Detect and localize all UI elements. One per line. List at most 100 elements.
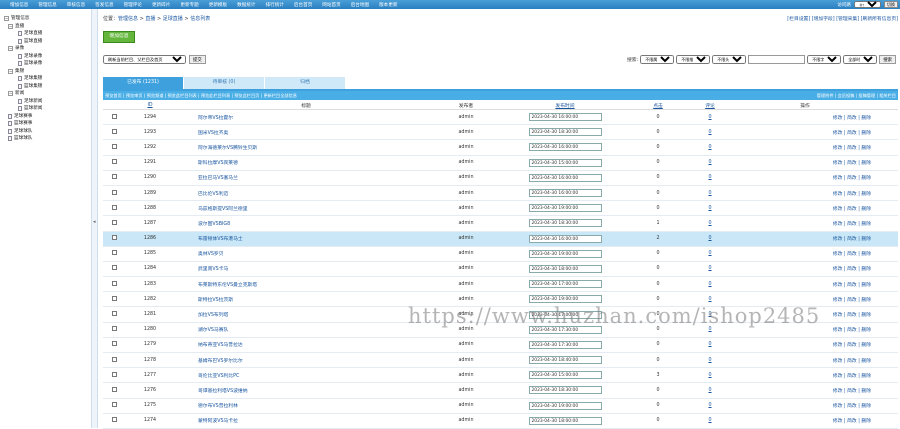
row-title-link[interactable]: 巴比伦VS利迈	[175, 190, 437, 197]
row-title-link[interactable]: 纳布蒂亚VS马普拉达	[175, 341, 437, 348]
row-time-input[interactable]: 2023-04-30 19:00:00	[528, 204, 602, 213]
row-time-input[interactable]: 2023-04-30 19:00:00	[528, 295, 602, 304]
row-comments-link[interactable]: 0	[681, 236, 739, 241]
tree-node[interactable]: 篮球直播	[4, 38, 91, 46]
row-checkbox[interactable]	[111, 326, 117, 332]
row-comments-link[interactable]: 0	[681, 145, 739, 150]
row-actions[interactable]: 修改 | 简改 | 删除	[739, 114, 877, 121]
attr-select[interactable]: 不限属性	[640, 55, 675, 64]
mode-select[interactable]: 主频道模式	[854, 1, 881, 8]
search-button[interactable]: 搜索	[879, 55, 896, 64]
row-comments-link[interactable]: 0	[681, 388, 739, 393]
row-checkbox[interactable]	[111, 402, 117, 408]
row-actions[interactable]: 修改 | 简改 | 删除	[739, 129, 877, 136]
search-input[interactable]	[748, 55, 806, 64]
row-actions[interactable]: 修改 | 简改 | 删除	[739, 296, 877, 303]
row-actions[interactable]: 修改 | 简改 | 删除	[739, 387, 877, 394]
tree-node[interactable]: 篮球录像	[4, 60, 91, 68]
collapse-arrow-icon[interactable]: ◂	[93, 219, 96, 225]
row-checkbox[interactable]	[111, 235, 117, 241]
row-time-input[interactable]: 2023-04-30 16:00:00	[528, 113, 602, 122]
row-comments-link[interactable]: 0	[681, 282, 739, 287]
row-checkbox[interactable]	[111, 280, 117, 286]
tree-node[interactable]: − 录像	[4, 45, 91, 53]
tree-node[interactable]: 足球球队	[4, 128, 91, 136]
row-checkbox[interactable]	[111, 250, 117, 256]
row-actions[interactable]: 修改 | 简改 | 删除	[739, 205, 877, 212]
top-menu-item[interactable]: 数据统计	[233, 2, 259, 8]
row-time-input[interactable]: 2023-04-30 18:30:00	[528, 128, 602, 137]
row-checkbox[interactable]	[111, 204, 117, 210]
row-checkbox[interactable]	[111, 311, 117, 317]
top-menu-item[interactable]: 后台地图	[347, 2, 373, 8]
row-time-input[interactable]: 2023-04-30 15:00:00	[528, 371, 602, 380]
row-title-link[interactable]: 德尔布VS普拉利林	[175, 402, 437, 409]
toolbar-left-links[interactable]: 预览首页 | 预览审页 | 预览频道 | 预览此栏目列表 | 预览此栏目列表 |…	[105, 93, 297, 99]
row-time-input[interactable]: 2023-04-30 16:00:00	[528, 173, 602, 182]
switch-button[interactable]: 切换	[884, 1, 898, 8]
tree-node[interactable]: 篮球球队	[4, 135, 91, 143]
row-time-input[interactable]: 2023-04-30 18:00:00	[528, 264, 602, 273]
row-title-link[interactable]: 布雷顿体VS布港马士	[175, 235, 437, 242]
row-checkbox[interactable]	[111, 265, 117, 271]
tree-root[interactable]: − 管理信息	[4, 15, 91, 23]
row-checkbox[interactable]	[111, 128, 117, 134]
recommend-select[interactable]: 不限推荐	[676, 55, 711, 64]
top-menu-item[interactable]: 后台首页	[290, 2, 316, 8]
row-comments-link[interactable]: 0	[681, 266, 739, 271]
row-comments-link[interactable]: 0	[681, 115, 739, 120]
top-menu-item[interactable]: 排行统计	[262, 2, 288, 8]
row-time-input[interactable]: 2023-04-30 18:30:00	[528, 386, 602, 395]
row-title-link[interactable]: 蒙特阿波VS马卡拉	[175, 417, 437, 424]
top-menu-item[interactable]: 更新碎片	[148, 2, 174, 8]
top-menu-item[interactable]: 签发信息	[91, 2, 117, 8]
top-menu-item[interactable]: 网站首页	[318, 2, 344, 8]
row-title-link[interactable]: 斯科拉摩VS宾莱德	[175, 159, 437, 166]
row-checkbox[interactable]	[111, 219, 117, 225]
headline-select[interactable]: 不限头条	[712, 55, 747, 64]
row-checkbox[interactable]	[111, 341, 117, 347]
row-comments-link[interactable]: 0	[681, 191, 739, 196]
row-time-input[interactable]: 2023-04-30 19:00:00	[528, 401, 602, 410]
tree-node[interactable]: − 新闻	[4, 90, 91, 98]
row-title-link[interactable]: 哥谭基拉利塔VS波维纳	[175, 387, 437, 394]
row-time-input[interactable]: 2023-04-30 15:00:00	[528, 158, 602, 167]
row-comments-link[interactable]: 0	[681, 130, 739, 135]
row-comments-link[interactable]: 0	[681, 175, 739, 180]
row-title-link[interactable]: 阿尔海德莱尔VS腾铃生贝斯	[175, 144, 437, 151]
row-actions[interactable]: 修改 | 简改 | 删除	[739, 220, 877, 227]
row-title-link[interactable]: 亚拉巴马VS塞马兰	[175, 174, 437, 181]
tree-node[interactable]: 篮球集锦	[4, 83, 91, 91]
row-checkbox[interactable]	[111, 189, 117, 195]
row-actions[interactable]: 修改 | 简改 | 删除	[739, 174, 877, 181]
header-comment[interactable]: 评论	[681, 102, 739, 109]
row-comments-link[interactable]: 0	[681, 418, 739, 423]
row-actions[interactable]: 修改 | 简改 | 删除	[739, 235, 877, 242]
sidebar-splitter[interactable]: ◂	[92, 9, 98, 428]
row-time-input[interactable]: 2023-04-30 16:00:00	[528, 143, 602, 152]
top-menu-item[interactable]: 审核信息	[63, 2, 89, 8]
row-comments-link[interactable]: 0	[681, 221, 739, 226]
row-time-input[interactable]: 2023-04-30 18:00:00	[528, 416, 602, 425]
tree-node[interactable]: 足球录像	[4, 53, 91, 61]
column-links[interactable]: [栏目设置] [增加字段] [管理采集] [刷新所有信息页]	[787, 15, 898, 22]
top-menu-item[interactable]: 增加信息	[6, 2, 32, 8]
breadcrumb-link[interactable]: 直播	[145, 16, 155, 22]
row-title-link[interactable]: 加拉VS布列塔	[175, 311, 437, 318]
toolbar-right-links[interactable]: 管理附件 | 会员投稿 | 投稿管理 | 相关栏目	[817, 93, 896, 99]
row-title-link[interactable]: 国米VS拉齐奥	[175, 129, 437, 136]
row-title-link[interactable]: 哥伦比亚VS利比PC	[175, 372, 437, 379]
row-title-link[interactable]: 波尔图VSBIG8	[175, 220, 437, 227]
row-actions[interactable]: 修改 | 简改 | 删除	[739, 402, 877, 409]
top-menu-item[interactable]: 更新模板	[205, 2, 231, 8]
top-menu-item[interactable]: 版本更新	[375, 2, 401, 8]
row-actions[interactable]: 修改 | 简改 | 删除	[739, 159, 877, 166]
row-time-input[interactable]: 2023-04-30 17:00:00	[528, 280, 602, 289]
top-menu-item[interactable]: 更新专题	[176, 2, 202, 8]
top-menu-item[interactable]: 管理评论	[120, 2, 146, 8]
tree-node[interactable]: 足球集锦	[4, 75, 91, 83]
row-checkbox[interactable]	[111, 174, 117, 180]
row-comments-link[interactable]: 0	[681, 403, 739, 408]
header-id[interactable]: ID	[125, 103, 175, 108]
header-time[interactable]: 发布时间	[555, 104, 574, 109]
